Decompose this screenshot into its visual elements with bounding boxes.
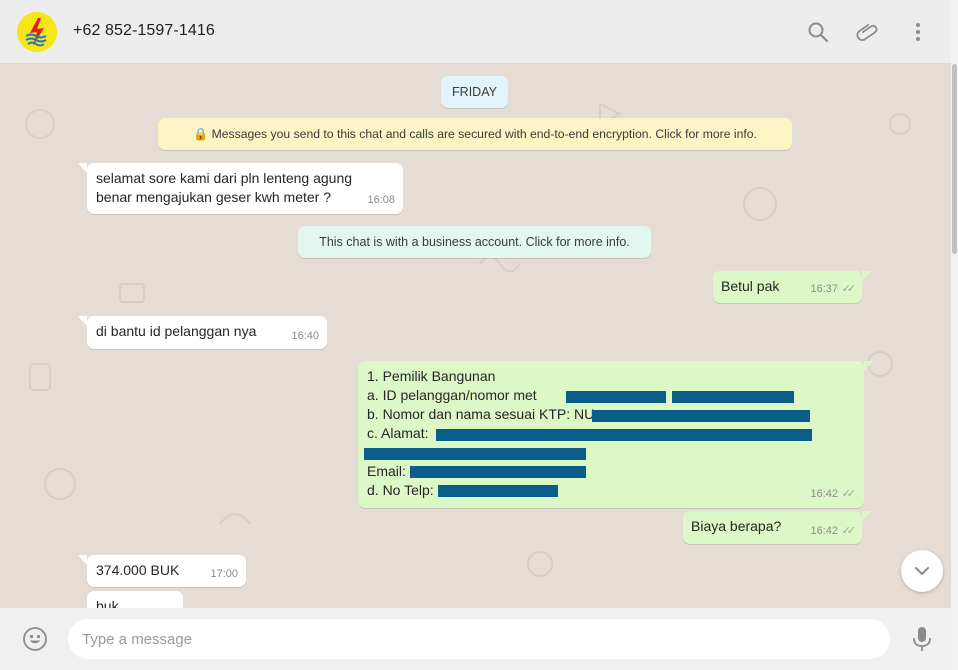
- message-time: 16:40: [291, 330, 319, 342]
- whatsapp-web-window: +62 852-1597-1416 FRIDAY 🔒 Messages you …: [0, 0, 958, 670]
- outgoing-message[interactable]: Biaya berapa? 16:42 ✓✓: [683, 511, 862, 544]
- avatar[interactable]: [17, 12, 57, 52]
- redaction-block: [364, 448, 586, 460]
- incoming-message[interactable]: buk: [87, 591, 183, 608]
- chat-header: +62 852-1597-1416: [0, 0, 951, 64]
- message-time: 16:37: [810, 283, 838, 295]
- scroll-to-bottom-button[interactable]: [901, 550, 943, 592]
- incoming-message[interactable]: selamat sore kami dari pln lenteng agung…: [87, 163, 403, 214]
- read-ticks-icon: ✓✓: [841, 283, 857, 295]
- redaction-block: [592, 410, 810, 422]
- scrollbar-thumb[interactable]: [952, 64, 957, 254]
- incoming-message[interactable]: di bantu id pelanggan nya 16:40: [87, 316, 327, 349]
- read-ticks-icon: ✓✓: [841, 488, 857, 500]
- search-icon[interactable]: [806, 20, 830, 44]
- message-time: 16:08: [367, 194, 395, 206]
- menu-dots-icon[interactable]: [906, 20, 930, 44]
- message-text: buk: [96, 598, 119, 608]
- message-time: 17:00: [210, 568, 238, 580]
- contact-name[interactable]: +62 852-1597-1416: [73, 22, 215, 40]
- chat-panel[interactable]: FRIDAY 🔒 Messages you send to this chat …: [0, 64, 951, 608]
- message-text: 1. Pemilik Bangunan: [367, 368, 496, 384]
- outgoing-message[interactable]: 1. Pemilik Bangunan a. ID pelanggan/nomo…: [358, 361, 864, 508]
- pln-logo-icon: [17, 12, 57, 52]
- date-divider: FRIDAY: [441, 76, 508, 108]
- outgoing-message[interactable]: Betul pak 16:37 ✓✓: [713, 271, 862, 303]
- chevron-down-icon: [915, 567, 929, 575]
- paperclip-icon[interactable]: [856, 20, 880, 44]
- bubble-tail: [78, 316, 87, 326]
- emoji-icon[interactable]: [22, 626, 48, 652]
- redaction-block: [566, 391, 666, 403]
- incoming-message[interactable]: 374.000 BUK 17:00: [87, 555, 246, 587]
- bubble-tail: [862, 511, 871, 521]
- redaction-block: [438, 485, 558, 497]
- message-text: benar mengajukan geser kwh meter ?: [96, 189, 332, 205]
- message-text: di bantu id pelanggan nya: [96, 323, 257, 339]
- redaction-block: [436, 429, 812, 441]
- microphone-icon[interactable]: [910, 625, 934, 653]
- scrollbar[interactable]: [951, 0, 958, 670]
- encryption-notice[interactable]: 🔒 Messages you send to this chat and cal…: [158, 118, 792, 150]
- message-composer: [0, 608, 951, 670]
- read-ticks-icon: ✓✓: [841, 525, 857, 537]
- message-text: selamat sore kami dari pln lenteng agung: [96, 170, 353, 186]
- message-time: 16:42: [810, 525, 838, 537]
- business-account-notice[interactable]: This chat is with a business account. Cl…: [298, 226, 651, 258]
- bubble-tail: [78, 555, 87, 565]
- bubble-tail: [862, 271, 871, 281]
- redaction-block: [410, 466, 586, 478]
- bubble-tail: [864, 361, 873, 371]
- redaction-block: [672, 391, 794, 403]
- message-input[interactable]: [68, 619, 890, 659]
- message-time: 16:42: [810, 488, 838, 500]
- bubble-tail: [78, 163, 87, 173]
